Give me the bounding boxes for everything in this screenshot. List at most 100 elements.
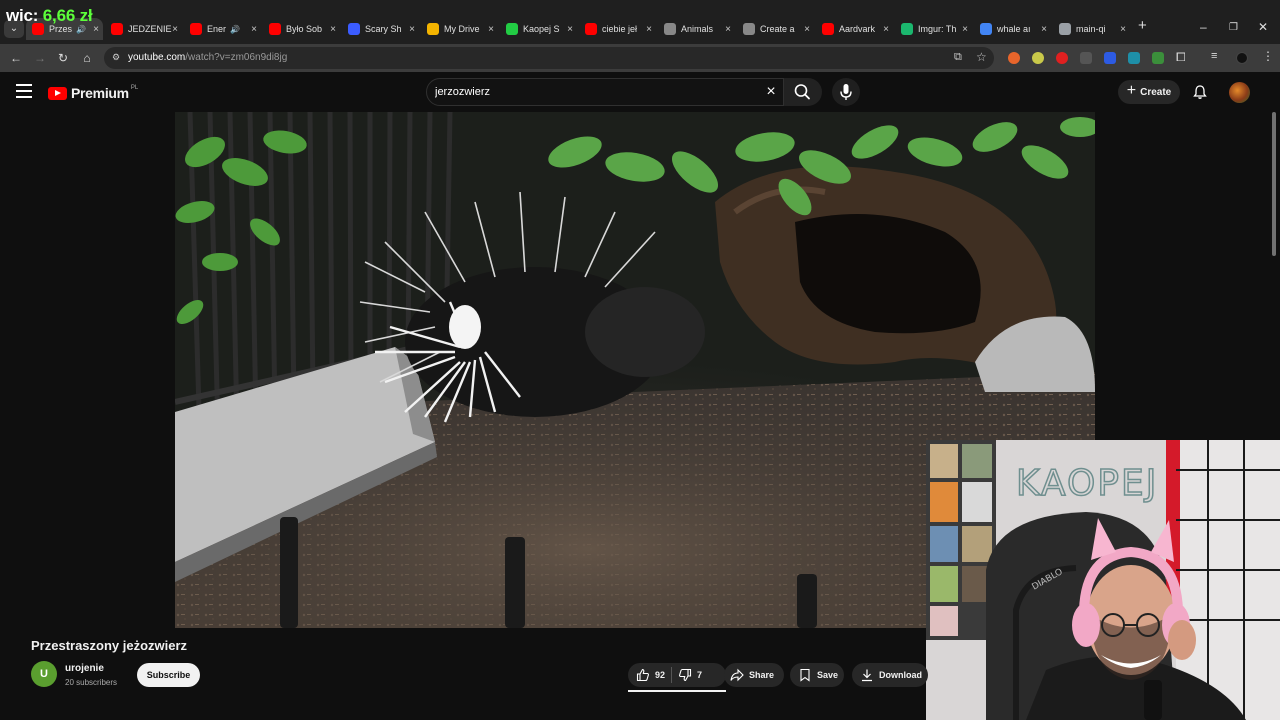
menu-icon[interactable] (16, 84, 32, 98)
minimize-icon[interactable]: – (1200, 20, 1207, 34)
tab-favicon-icon (1059, 23, 1071, 35)
profile-icon[interactable] (1236, 52, 1248, 64)
tab-close-icon[interactable]: × (409, 24, 415, 35)
overlay-label: wic: (6, 6, 39, 25)
tab-title: Aardvark (839, 24, 876, 34)
share-icon (730, 668, 744, 682)
thumbs-down-icon (679, 668, 692, 682)
logo-text: Premium (71, 85, 129, 101)
restore-icon[interactable]: ❐ (1229, 22, 1238, 33)
url-text[interactable]: youtube.com/watch?v=zm06n9di8jg (128, 52, 287, 63)
tab-close-icon[interactable]: × (488, 24, 494, 35)
download-button[interactable]: Download (852, 663, 928, 687)
extension-icon-5[interactable] (1104, 52, 1116, 64)
tab-close-icon[interactable]: × (883, 24, 889, 35)
clear-search-icon[interactable]: × (763, 84, 779, 100)
install-app-icon[interactable]: ⧉ (954, 51, 962, 64)
like-dislike-group: 92 7 (628, 663, 726, 687)
dislike-button[interactable]: 7 (678, 668, 702, 682)
browser-menu-icon[interactable]: ⋮ (1262, 49, 1274, 63)
browser-tab[interactable]: Kaopej S × (500, 18, 577, 40)
create-button[interactable]: + Create (1118, 80, 1180, 104)
reload-icon[interactable]: ↻ (55, 50, 71, 66)
create-label: Create (1140, 86, 1172, 98)
extension-icon-1[interactable] (1008, 52, 1020, 64)
like-ratio-bar (628, 690, 726, 692)
browser-toolbar: ← → ↻ ⌂ ⚙ youtube.com/watch?v=zm06n9di8j… (0, 44, 1280, 72)
extension-icon-7[interactable] (1152, 52, 1164, 64)
extension-icon-2[interactable] (1032, 52, 1044, 64)
share-button[interactable]: Share (724, 663, 784, 687)
address-bar[interactable]: ⚙ youtube.com/watch?v=zm06n9di8jg ⧉ ☆ (104, 47, 994, 69)
browser-tab[interactable]: Było Sob × (263, 18, 340, 40)
browser-tab[interactable]: Create a × (737, 18, 814, 40)
tab-close-icon[interactable]: × (725, 24, 731, 35)
browser-tab[interactable]: Scary Sh × (342, 18, 419, 40)
youtube-logo[interactable]: Premium PL (48, 85, 138, 101)
tab-title: whale aı (997, 24, 1031, 34)
forward-icon[interactable]: → (32, 50, 48, 66)
bookmark-star-icon[interactable]: ☆ (976, 50, 987, 64)
search-button[interactable] (784, 78, 822, 106)
extension-icon-3[interactable] (1056, 52, 1068, 64)
browser-tab[interactable]: Imgur: Th × (895, 18, 972, 40)
extension-icon-6[interactable] (1128, 52, 1140, 64)
tab-close-icon[interactable]: × (1120, 24, 1126, 35)
site-info-icon[interactable]: ⚙ (112, 52, 124, 64)
browser-tab[interactable]: Animals × (658, 18, 735, 40)
channel-name[interactable]: urojenie (65, 663, 104, 674)
url-host: youtube.com (128, 52, 186, 63)
new-tab-icon[interactable]: + (1138, 17, 1147, 34)
tab-favicon-icon (585, 23, 597, 35)
like-count: 92 (655, 670, 666, 680)
channel-avatar[interactable]: U (31, 661, 57, 687)
browser-tab[interactable]: ciebie jeł × (579, 18, 656, 40)
subscriber-count: 20 subscribers (65, 678, 118, 687)
tab-title: Było Sob (286, 24, 323, 34)
tab-title: ciebie jeł (602, 24, 638, 34)
search-input[interactable] (435, 84, 735, 100)
tab-favicon-icon (269, 23, 281, 35)
microphone-icon (840, 84, 852, 100)
tab-audio-icon[interactable]: 🔊 (230, 25, 240, 34)
tab-close-icon[interactable]: × (93, 24, 99, 35)
subscribe-button[interactable]: Subscribe (137, 663, 200, 687)
url-path: /watch?v=zm06n9di8jg (185, 52, 288, 63)
browser-tab[interactable]: JEDZENIE × (105, 18, 182, 40)
tab-close-icon[interactable]: × (962, 24, 968, 35)
tab-close-icon[interactable]: × (804, 24, 810, 35)
browser-tab[interactable]: Aardvark × (816, 18, 893, 40)
tab-favicon-icon (980, 23, 992, 35)
tab-favicon-icon (743, 23, 755, 35)
tab-close-icon[interactable]: × (330, 24, 336, 35)
extensions-puzzle-icon[interactable]: ⧠ (1176, 50, 1186, 65)
browser-tab[interactable]: Ener 🔊 × (184, 18, 261, 40)
tab-close-icon[interactable]: × (172, 24, 178, 35)
browser-tab[interactable]: whale aı × (974, 18, 1051, 40)
tab-close-icon[interactable]: × (1041, 24, 1047, 35)
browser-tab[interactable]: main-qi × (1053, 18, 1130, 40)
tab-title: My Drive (444, 24, 480, 34)
like-button[interactable]: 92 (636, 668, 665, 682)
neon-sign-text: KAOPEJ (1016, 463, 1158, 504)
tab-close-icon[interactable]: × (646, 24, 652, 35)
tab-close-icon[interactable]: × (251, 24, 257, 35)
save-bookmark-icon (800, 668, 810, 682)
page-scrollbar[interactable] (1272, 112, 1276, 256)
tab-favicon-icon (506, 23, 518, 35)
voice-search-button[interactable] (832, 78, 860, 106)
tab-close-icon[interactable]: × (567, 24, 573, 35)
extension-icon-4[interactable] (1080, 52, 1092, 64)
tab-title: main-qi (1076, 24, 1106, 34)
account-avatar[interactable] (1229, 82, 1250, 103)
back-icon[interactable]: ← (8, 50, 24, 66)
browser-tab[interactable]: My Drive × (421, 18, 498, 40)
save-button[interactable]: Save (790, 663, 844, 687)
video-title: Przestraszony jeżozwierz (31, 638, 188, 653)
close-window-icon[interactable]: ✕ (1258, 20, 1268, 34)
overlay-value: 6,66 zł (42, 6, 93, 25)
home-icon[interactable]: ⌂ (79, 50, 95, 66)
notifications-bell-icon[interactable] (1192, 84, 1208, 100)
media-control-icon[interactable]: ≡ (1211, 50, 1217, 62)
tab-favicon-icon (901, 23, 913, 35)
